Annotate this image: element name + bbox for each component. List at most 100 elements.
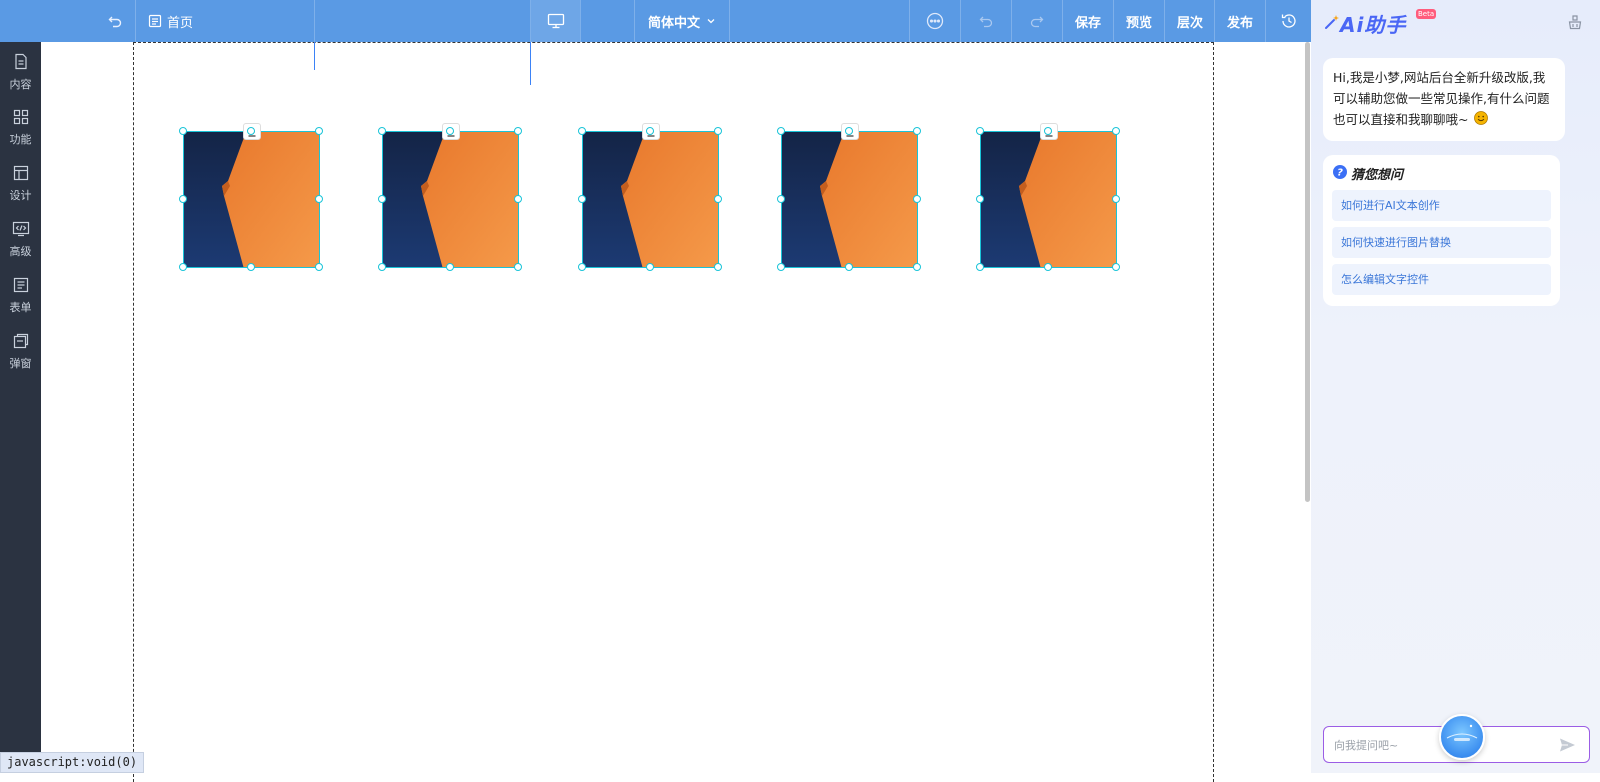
resize-handle[interactable]: [913, 263, 921, 271]
image-photo: [184, 132, 319, 267]
page-selector[interactable]: 首页: [148, 0, 208, 42]
resize-handle[interactable]: [446, 127, 454, 135]
desktop-monitor-icon[interactable]: [531, 0, 580, 42]
history-clock-icon[interactable]: [1266, 0, 1311, 42]
sidebar-item-advanced[interactable]: 高级: [0, 214, 41, 266]
resize-handle[interactable]: [714, 195, 722, 203]
resize-handle[interactable]: [845, 263, 853, 271]
resize-handle[interactable]: [777, 195, 785, 203]
ai-greeting-text: Hi,我是小梦,网站后台全新升级改版,我可以辅助您做一些常见操作,有什么问题也可…: [1333, 70, 1550, 127]
resize-handle[interactable]: [247, 127, 255, 135]
resize-handle[interactable]: [446, 263, 454, 271]
magic-wand-icon: [1323, 13, 1341, 35]
resize-handle[interactable]: [976, 195, 984, 203]
resize-handle[interactable]: [315, 127, 323, 135]
clear-broom-icon[interactable]: [1567, 14, 1583, 34]
guess-title: ? 猜您想问: [1333, 164, 1403, 183]
ai-header: Ai助手 Beta: [1311, 0, 1600, 45]
page-icon: [148, 14, 162, 28]
resize-handle[interactable]: [913, 195, 921, 203]
image-photo: [383, 132, 518, 267]
layers-button[interactable]: 层次: [1165, 0, 1215, 42]
image-photo: [981, 132, 1116, 267]
assistant-avatar[interactable]: [1439, 714, 1485, 760]
resize-handle[interactable]: [976, 127, 984, 135]
left-sidebar: 内容 功能 设计 高级 表单 弹窗: [0, 42, 41, 773]
ai-title: Ai助手: [1340, 13, 1407, 37]
top-toolbar: 首页 简体中文 保存 预览 层次 发布: [0, 0, 1311, 42]
question-item[interactable]: 如何进行AI文本创作: [1332, 190, 1551, 221]
image-photo: [583, 132, 718, 267]
resize-handle[interactable]: [179, 263, 187, 271]
ai-question-input[interactable]: [1334, 735, 1534, 755]
question-item[interactable]: 如何快速进行图片替换: [1332, 227, 1551, 258]
publish-button[interactable]: 发布: [1215, 0, 1265, 42]
guide-line: [314, 42, 315, 70]
redo-icon[interactable]: [1012, 0, 1062, 42]
resize-handle[interactable]: [777, 263, 785, 271]
preview-button[interactable]: 预览: [1114, 0, 1164, 42]
resize-handle[interactable]: [179, 127, 187, 135]
resize-handle[interactable]: [315, 263, 323, 271]
language-label: 简体中文: [647, 15, 700, 31]
sidebar-item-function[interactable]: 功能: [0, 102, 41, 154]
more-circle-icon[interactable]: [910, 0, 960, 42]
resize-handle[interactable]: [1112, 195, 1120, 203]
resize-handle[interactable]: [578, 127, 586, 135]
resize-handle[interactable]: [646, 263, 654, 271]
ai-greeting-bubble: Hi,我是小梦,网站后台全新升级改版,我可以辅助您做一些常见操作,有什么问题也可…: [1323, 58, 1565, 141]
image-item[interactable]: [777, 123, 921, 271]
resize-handle[interactable]: [247, 263, 255, 271]
undo-back-icon[interactable]: [100, 0, 130, 42]
document-icon: [13, 53, 29, 73]
image-item[interactable]: [378, 123, 522, 271]
form-icon: [13, 277, 29, 296]
canvas-scrollbar[interactable]: [1305, 42, 1310, 502]
save-button[interactable]: 保存: [1063, 0, 1113, 42]
resize-handle[interactable]: [714, 263, 722, 271]
resize-handle[interactable]: [378, 263, 386, 271]
resize-handle[interactable]: [1112, 263, 1120, 271]
resize-handle[interactable]: [578, 195, 586, 203]
guide-line: [530, 42, 531, 85]
image-item[interactable]: [578, 123, 722, 271]
resize-handle[interactable]: [179, 195, 187, 203]
sidebar-item-popup[interactable]: 弹窗: [0, 326, 41, 378]
image-item[interactable]: [179, 123, 323, 271]
resize-handle[interactable]: [1112, 127, 1120, 135]
resize-handle[interactable]: [378, 127, 386, 135]
sidebar-item-design[interactable]: 设计: [0, 158, 41, 210]
code-icon: [12, 221, 30, 240]
chevron-down-icon: [706, 17, 716, 25]
resize-handle[interactable]: [315, 195, 323, 203]
resize-handle[interactable]: [976, 263, 984, 271]
undo-icon[interactable]: [961, 0, 1011, 42]
question-item[interactable]: 怎么编辑文字控件: [1332, 264, 1551, 295]
resize-handle[interactable]: [845, 127, 853, 135]
language-select[interactable]: 简体中文: [635, 0, 729, 42]
popup-icon: [13, 333, 29, 352]
resize-handle[interactable]: [913, 127, 921, 135]
sidebar-item-content[interactable]: 内容: [0, 46, 41, 98]
send-icon[interactable]: [1559, 737, 1576, 757]
resize-handle[interactable]: [514, 195, 522, 203]
question-icon: ?: [1333, 164, 1347, 183]
sidebar-item-label: 设计: [9, 189, 32, 202]
resize-handle[interactable]: [646, 127, 654, 135]
resize-handle[interactable]: [714, 127, 722, 135]
page-name: 首页: [167, 15, 194, 31]
resize-handle[interactable]: [1044, 127, 1052, 135]
resize-handle[interactable]: [1044, 263, 1052, 271]
sidebar-item-label: 内容: [9, 77, 32, 91]
resize-handle[interactable]: [578, 263, 586, 271]
guess-title-text: 猜您想问: [1351, 168, 1404, 183]
resize-handle[interactable]: [514, 127, 522, 135]
resize-handle[interactable]: [514, 263, 522, 271]
resize-handle[interactable]: [378, 195, 386, 203]
sidebar-item-label: 功能: [9, 133, 32, 146]
sidebar-item-label: 弹窗: [9, 357, 32, 370]
resize-handle[interactable]: [777, 127, 785, 135]
image-photo: [782, 132, 917, 267]
image-item[interactable]: [976, 123, 1120, 271]
sidebar-item-form[interactable]: 表单: [0, 270, 41, 322]
